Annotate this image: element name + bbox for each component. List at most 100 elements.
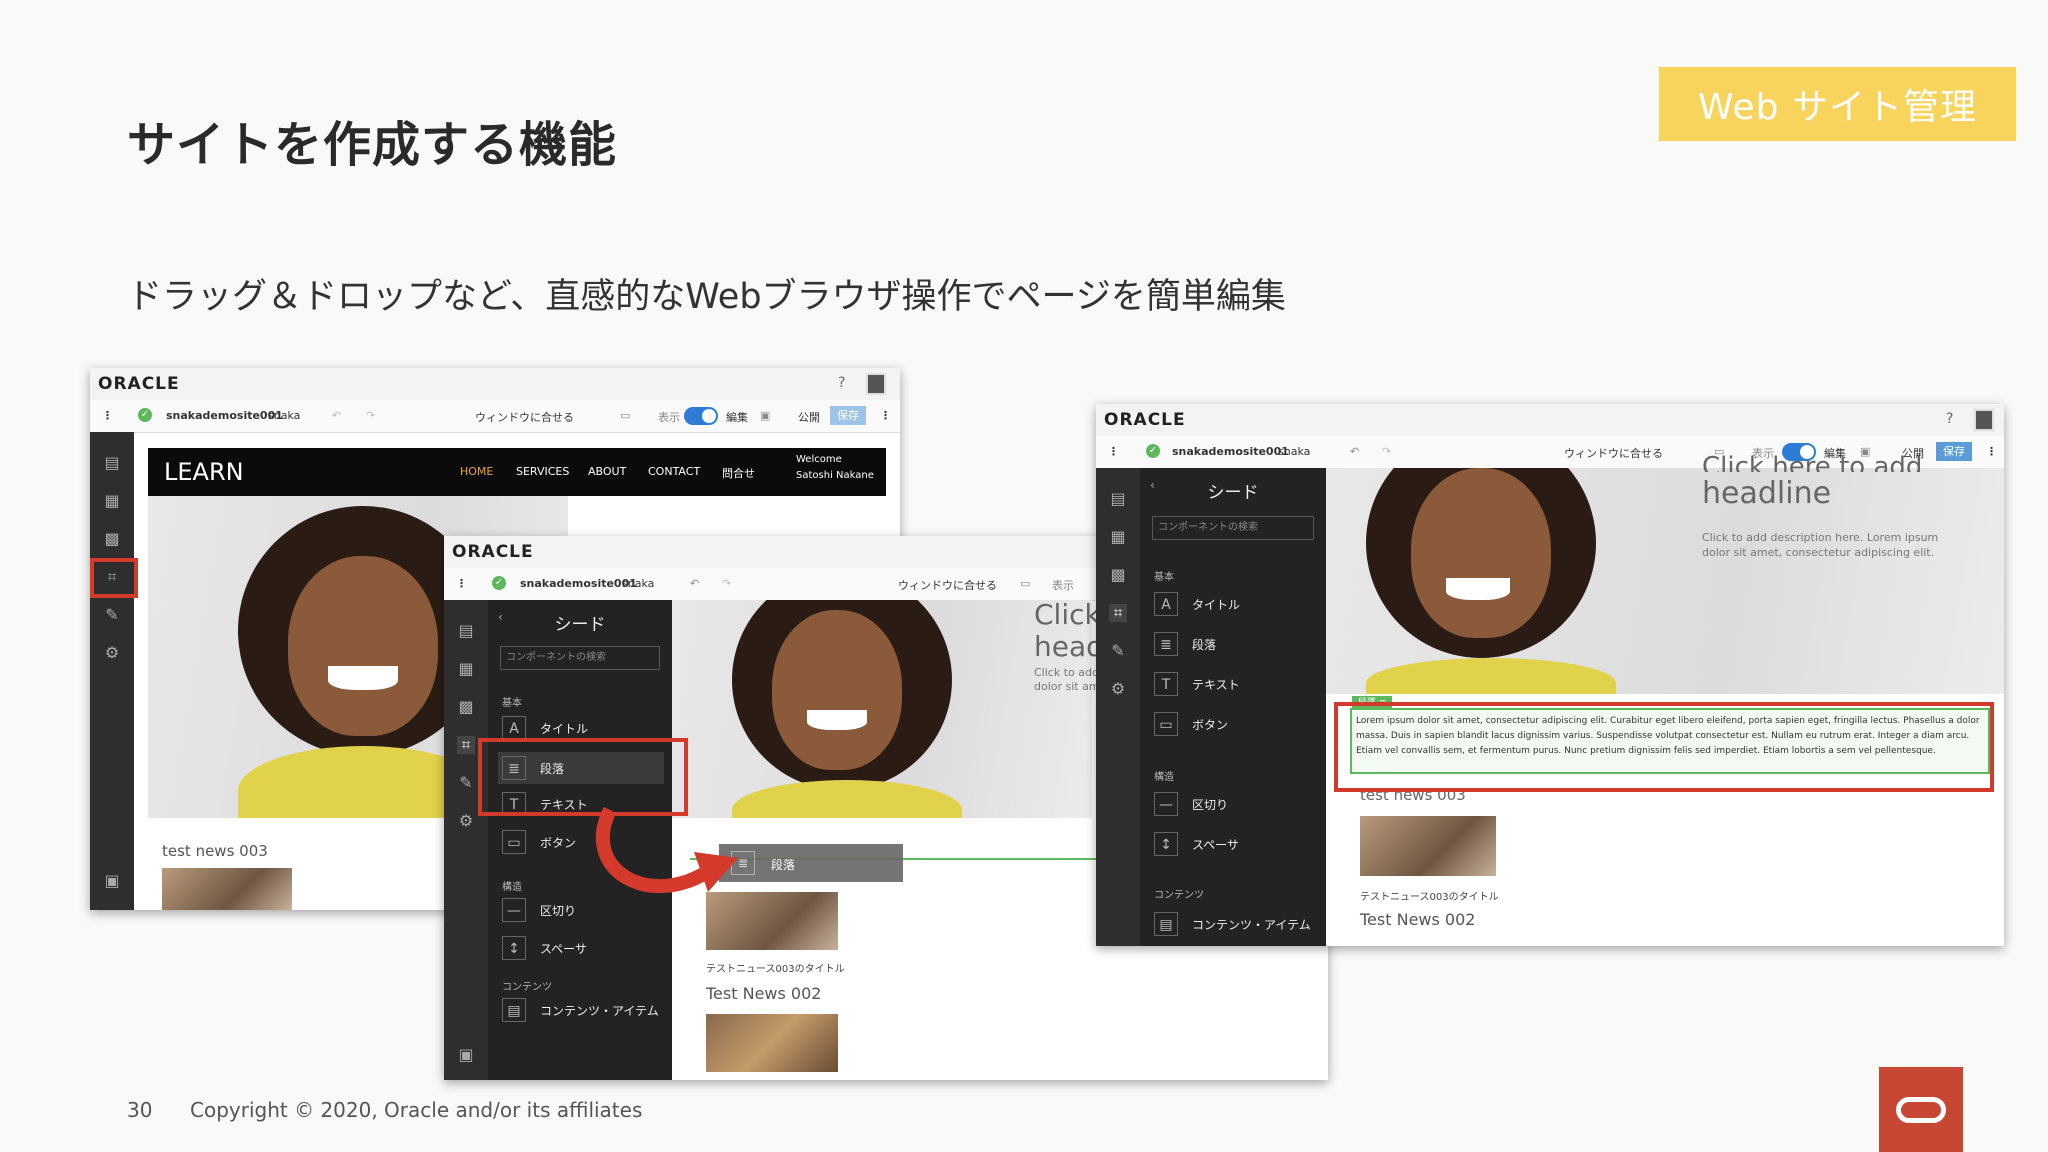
redo-icon[interactable]: ↷ bbox=[366, 409, 375, 422]
news-heading[interactable]: Test News 002 bbox=[706, 984, 821, 1003]
hero-photo bbox=[1326, 468, 2004, 694]
panel-header[interactable]: シード bbox=[488, 610, 672, 635]
pages-icon[interactable]: ▤ bbox=[103, 454, 121, 472]
nav-inquiry[interactable]: 問合せ bbox=[722, 465, 755, 481]
text-icon: T bbox=[1154, 672, 1178, 696]
slide-subtitle: ドラッグ＆ドロップなど、直感的なWebブラウザ操作でページを簡単編集 bbox=[127, 277, 1286, 317]
publish-button[interactable]: 公開 bbox=[798, 409, 820, 425]
headline-partial-2[interactable]: head bbox=[1034, 630, 1104, 663]
user-menu[interactable]: snaka bbox=[268, 409, 300, 422]
clipboard-icon[interactable]: ▣ bbox=[103, 872, 121, 890]
save-button[interactable]: 保存 bbox=[830, 406, 866, 425]
nav-contact[interactable]: CONTACT bbox=[648, 465, 700, 478]
headline-top[interactable]: Click here to add bbox=[1702, 452, 1922, 472]
nav-home[interactable]: HOME bbox=[460, 465, 493, 478]
news-heading-2[interactable]: Test News 002 bbox=[1360, 910, 1475, 929]
status-check-icon: ✓ bbox=[138, 408, 152, 422]
theme-brush-icon[interactable]: ✎ bbox=[457, 774, 475, 792]
fit-window-select[interactable]: ウィンドウに合せる bbox=[475, 409, 574, 425]
fit-window-select[interactable]: ウィンドウに合せる bbox=[898, 577, 997, 593]
layout-grid-icon[interactable]: ▦ bbox=[1109, 528, 1127, 546]
view-label: 表示 bbox=[1052, 579, 1074, 592]
redo-icon[interactable]: ↷ bbox=[1382, 445, 1391, 458]
component-button[interactable]: ▭ ボタン bbox=[1154, 708, 1318, 740]
components-icon[interactable]: ▩ bbox=[1109, 566, 1127, 584]
news-image-2[interactable] bbox=[706, 1014, 838, 1072]
component-paragraph[interactable]: ≣ 段落 bbox=[1154, 628, 1318, 660]
nav-about[interactable]: ABOUT bbox=[588, 465, 626, 478]
user-menu[interactable]: snaka bbox=[622, 577, 654, 590]
drag-label: 段落 bbox=[771, 858, 796, 872]
site-brand[interactable]: LEARN bbox=[164, 458, 244, 486]
edit-toolbar: ⋮ ✓ snakademosite001 snaka ↶ ↷ ウィンドウに合せる… bbox=[90, 400, 900, 433]
oracle-logo: ORACLE bbox=[452, 542, 534, 562]
component-title[interactable]: A タイトル bbox=[1154, 588, 1318, 620]
more-icon[interactable]: ⋮ bbox=[102, 409, 113, 422]
settings-gear-icon[interactable]: ⚙ bbox=[103, 644, 121, 662]
settings-gear-icon[interactable]: ⚙ bbox=[1109, 680, 1127, 698]
oracle-logo: ORACLE bbox=[98, 374, 180, 394]
description-partial-2[interactable]: dolor sit am bbox=[1034, 680, 1100, 693]
preview-icon[interactable]: ▣ bbox=[760, 409, 770, 422]
edit-toggle[interactable] bbox=[684, 407, 718, 425]
pages-icon[interactable]: ▤ bbox=[457, 622, 475, 640]
settings-gear-icon[interactable]: ⚙ bbox=[457, 812, 475, 830]
news-image[interactable] bbox=[1360, 816, 1496, 876]
component-content-item[interactable]: ▤ コンテンツ・アイテム bbox=[1154, 908, 1318, 940]
undo-icon[interactable]: ↶ bbox=[332, 409, 341, 422]
component-spacer[interactable]: ↕ スペーサ bbox=[502, 932, 664, 964]
component-search-input[interactable]: コンポーネントの検索 bbox=[500, 646, 660, 670]
nav-services[interactable]: SERVICES bbox=[516, 465, 569, 478]
avatar[interactable] bbox=[1974, 409, 1994, 431]
component-text[interactable]: T テキスト bbox=[1154, 668, 1318, 700]
site-name[interactable]: snakademosite001 bbox=[166, 409, 283, 422]
pages-icon[interactable]: ▤ bbox=[1109, 490, 1127, 508]
undo-icon[interactable]: ↶ bbox=[1350, 445, 1359, 458]
save-button[interactable]: 保存 bbox=[1936, 442, 1972, 461]
layout-grid-icon[interactable]: ▦ bbox=[457, 660, 475, 678]
layout-icon[interactable]: ▭ bbox=[620, 409, 630, 422]
help-icon[interactable]: ? bbox=[1946, 411, 1953, 427]
panel-header[interactable]: シード bbox=[1140, 478, 1326, 503]
component-search-input[interactable]: コンポーネントの検索 bbox=[1152, 516, 1314, 540]
components-icon[interactable]: ▩ bbox=[103, 530, 121, 548]
kebab-icon[interactable]: ⋮ bbox=[1986, 445, 1997, 458]
news-title-jp[interactable]: テストニュース003のタイトル bbox=[706, 960, 845, 975]
theme-brush-icon[interactable]: ✎ bbox=[1109, 642, 1127, 660]
undo-icon[interactable]: ↶ bbox=[690, 577, 699, 590]
crop-icon[interactable]: ⌗ bbox=[1109, 604, 1127, 622]
news-image[interactable] bbox=[162, 868, 292, 910]
user-menu[interactable]: snaka bbox=[1278, 445, 1310, 458]
layout-grid-icon[interactable]: ▦ bbox=[103, 492, 121, 510]
headline-partial-1[interactable]: Click bbox=[1034, 598, 1101, 631]
headline[interactable]: headline bbox=[1702, 476, 1831, 511]
crop-icon[interactable]: ⌗ bbox=[457, 736, 475, 754]
component-divider[interactable]: — 区切り bbox=[1154, 788, 1318, 820]
components-icon[interactable]: ▩ bbox=[457, 698, 475, 716]
site-name[interactable]: snakademosite001 bbox=[1172, 445, 1289, 458]
clipboard-icon[interactable]: ▣ bbox=[457, 1046, 475, 1064]
copyright: Copyright © 2020, Oracle and/or its affi… bbox=[190, 1098, 643, 1122]
page-number: 30 bbox=[127, 1098, 153, 1122]
avatar[interactable] bbox=[866, 373, 886, 395]
more-icon[interactable]: ⋮ bbox=[456, 577, 467, 590]
paragraph-block-highlight bbox=[1334, 702, 1994, 792]
left-sidebar: ▤ ▦ ▩ ⌗ ✎ ⚙ ▣ bbox=[444, 600, 488, 1080]
kebab-icon[interactable]: ⋮ bbox=[880, 409, 891, 422]
layout-icon[interactable]: ▭ bbox=[1020, 577, 1030, 590]
redo-icon[interactable]: ↷ bbox=[722, 577, 731, 590]
divider-icon: — bbox=[1154, 792, 1178, 816]
news-heading[interactable]: test news 003 bbox=[162, 842, 268, 860]
component-spacer[interactable]: ↕ スペーサ bbox=[1154, 828, 1318, 860]
help-icon[interactable]: ? bbox=[838, 375, 845, 391]
component-content-item[interactable]: ▤ コンテンツ・アイテム bbox=[502, 994, 664, 1026]
fit-window-select[interactable]: ウィンドウに合せる bbox=[1564, 445, 1663, 461]
spacer-icon: ↕ bbox=[502, 936, 526, 960]
site-name[interactable]: snakademosite001 bbox=[520, 577, 637, 590]
more-icon[interactable]: ⋮ bbox=[1108, 445, 1119, 458]
description-partial-1[interactable]: Click to add bbox=[1034, 666, 1099, 679]
description[interactable]: Click to add description here. Lorem ips… bbox=[1702, 530, 1952, 560]
drag-arrow bbox=[596, 806, 738, 894]
news-title-jp[interactable]: テストニュース003のタイトル bbox=[1360, 888, 1499, 903]
theme-brush-icon[interactable]: ✎ bbox=[103, 606, 121, 624]
